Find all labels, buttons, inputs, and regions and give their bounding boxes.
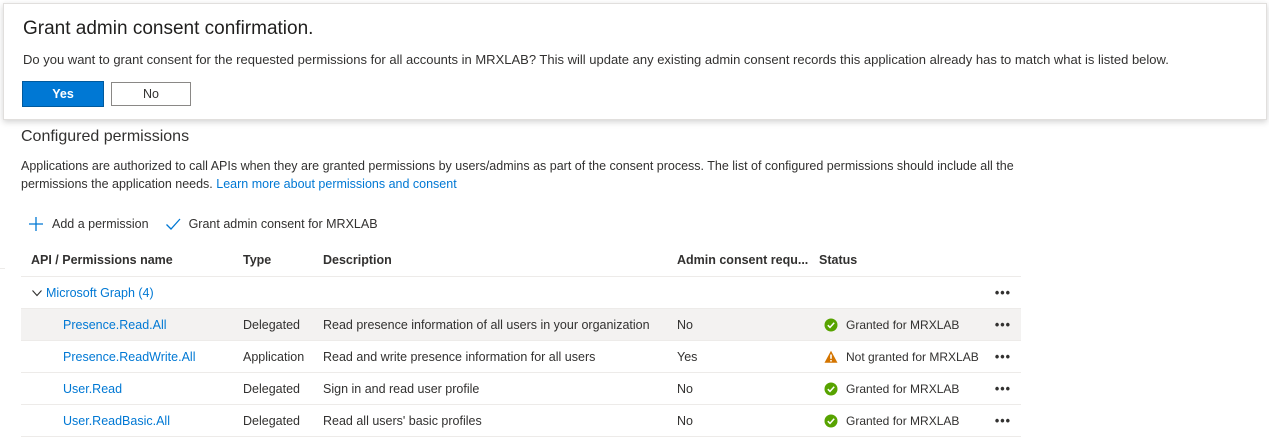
permission-link[interactable]: Presence.Read.All (63, 309, 263, 340)
description-text: Applications are authorized to call APIs… (21, 159, 1014, 191)
admin-consent-required: Yes (677, 349, 698, 364)
grant-admin-consent-label: Grant admin consent for MRXLAB (188, 217, 378, 231)
permission-description: Read presence information of all users i… (323, 317, 650, 332)
permission-link[interactable]: User.Read (63, 373, 263, 404)
header-name[interactable]: API / Permissions name (31, 243, 231, 276)
check-circle-icon (824, 414, 838, 428)
dialog-title: Grant admin consent confirmation. (23, 18, 314, 39)
header-status[interactable]: Status (819, 243, 989, 276)
table-row[interactable]: User.Read Delegated Sign in and read use… (21, 373, 1021, 405)
permission-description: Read all users' basic profiles (323, 413, 482, 428)
more-options-button[interactable]: ••• (991, 341, 1015, 372)
dialog-message: Do you want to grant consent for the req… (23, 52, 1169, 67)
group-toggle[interactable]: Microsoft Graph (4) (31, 277, 231, 308)
permission-type: Delegated (243, 413, 300, 428)
table-row[interactable]: Presence.ReadWrite.All Application Read … (21, 341, 1021, 373)
check-circle-icon (824, 382, 838, 396)
permission-link[interactable]: User.ReadBasic.All (63, 405, 263, 436)
permissions-table: API / Permissions name Type Description … (21, 243, 1021, 437)
check-circle-icon (824, 318, 838, 332)
consent-confirmation-dialog: Grant admin consent confirmation. Do you… (3, 3, 1267, 120)
more-options-button[interactable]: ••• (991, 373, 1015, 404)
status-text: Granted for MRXLAB (846, 413, 960, 428)
status-text: Granted for MRXLAB (846, 317, 960, 332)
status-text: Granted for MRXLAB (846, 381, 960, 396)
group-row-microsoft-graph: Microsoft Graph (4) ••• (21, 277, 1021, 309)
header-description[interactable]: Description (323, 243, 673, 276)
section-title: Configured permissions (21, 128, 190, 145)
permission-type: Delegated (243, 381, 300, 396)
section-description: Applications are authorized to call APIs… (21, 157, 1021, 193)
status-cell: Granted for MRXLAB (824, 405, 994, 436)
header-admin-consent[interactable]: Admin consent requ... (677, 243, 817, 276)
status-cell: Granted for MRXLAB (824, 309, 994, 340)
table-header: API / Permissions name Type Description … (21, 243, 1021, 277)
admin-consent-required: No (677, 381, 693, 396)
permission-type: Delegated (243, 317, 300, 332)
permission-description: Sign in and read user profile (323, 381, 480, 396)
checkmark-icon (165, 218, 181, 230)
more-options-button[interactable]: ••• (991, 309, 1015, 340)
learn-more-link[interactable]: Learn more about permissions and consent (216, 177, 456, 191)
add-permission-label: Add a permission (52, 217, 149, 231)
table-row[interactable]: Presence.Read.All Delegated Read presenc… (21, 309, 1021, 341)
admin-consent-required: No (677, 413, 693, 428)
divider (0, 244, 5, 269)
chevron-down-icon (32, 289, 42, 296)
no-button[interactable]: No (111, 82, 191, 106)
permission-link[interactable]: Presence.ReadWrite.All (63, 341, 263, 372)
group-label: Microsoft Graph (4) (46, 285, 154, 300)
status-cell: Granted for MRXLAB (824, 373, 994, 404)
yes-button[interactable]: Yes (22, 81, 104, 107)
admin-consent-required: No (677, 317, 693, 332)
status-text: Not granted for MRXLAB (846, 349, 979, 364)
status-cell: Not granted for MRXLAB (824, 341, 994, 372)
grant-admin-consent-button[interactable]: Grant admin consent for MRXLAB (165, 216, 378, 232)
plus-icon (29, 217, 43, 231)
add-permission-button[interactable]: Add a permission (28, 216, 149, 232)
more-options-button[interactable]: ••• (991, 277, 1015, 308)
header-type[interactable]: Type (243, 243, 323, 276)
table-row[interactable]: User.ReadBasic.All Delegated Read all us… (21, 405, 1021, 437)
warning-icon (824, 350, 838, 364)
permission-type: Application (243, 349, 305, 364)
command-bar: Add a permission Grant admin consent for… (28, 214, 394, 234)
permission-description: Read and write presence information for … (323, 349, 596, 364)
more-options-button[interactable]: ••• (991, 405, 1015, 436)
